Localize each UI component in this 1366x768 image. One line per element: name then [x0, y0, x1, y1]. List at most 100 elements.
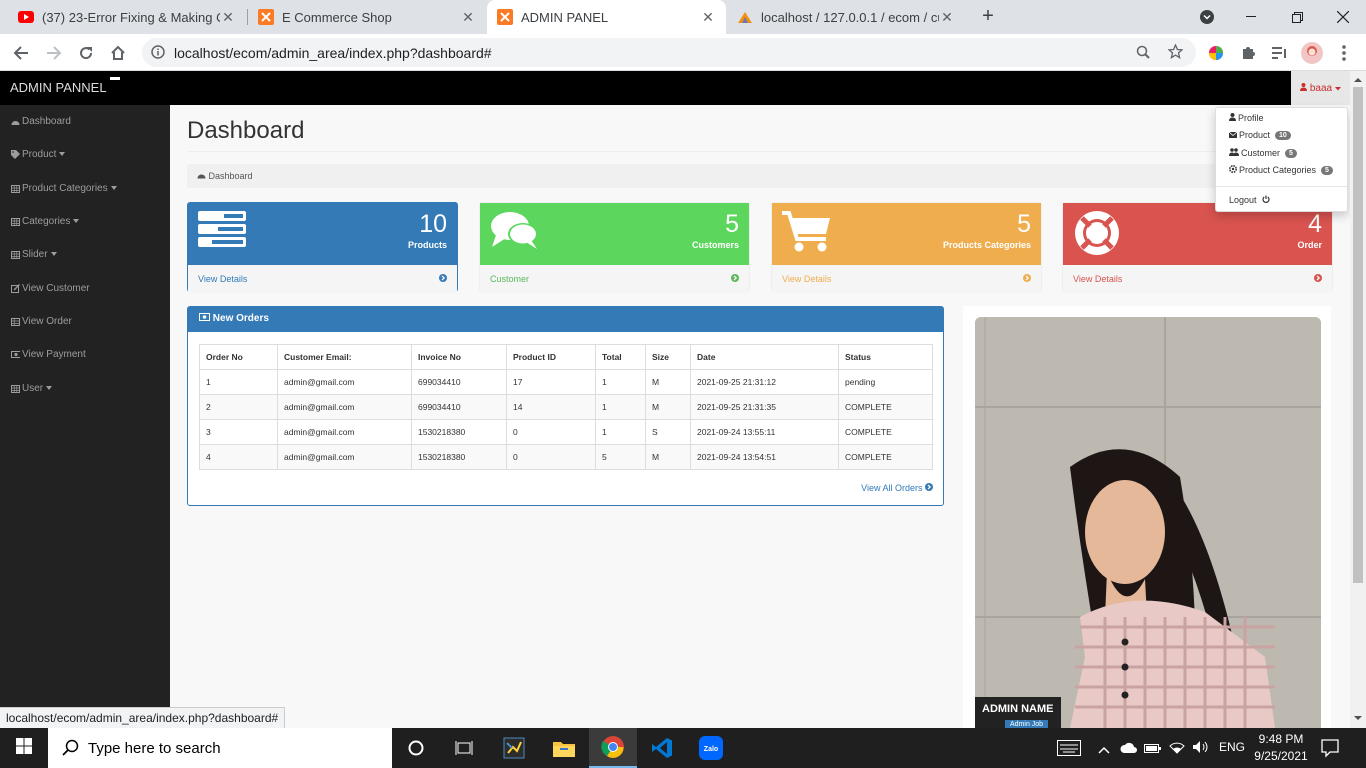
view-details-link[interactable]: Customer [480, 265, 749, 293]
table-cell: M [645, 394, 691, 420]
battery-icon[interactable] [1144, 741, 1162, 759]
notification-icon[interactable] [1320, 738, 1340, 763]
sidebar-item-categories[interactable]: Categories [11, 216, 80, 227]
sidebar-item-product[interactable]: Product [11, 149, 66, 160]
minimize-icon[interactable] [1228, 0, 1274, 34]
column-header: Customer Email: [277, 344, 412, 370]
menu-divider [1216, 186, 1347, 187]
tab-title: localhost / 127.0.0.1 / ecom / cus [761, 9, 939, 25]
info-icon[interactable] [151, 45, 165, 64]
python-idle-icon[interactable] [490, 728, 538, 768]
windows-start-button[interactable] [0, 728, 48, 768]
user-menu-button[interactable]: baaa [1291, 71, 1350, 105]
chevron-up-icon[interactable] [1098, 741, 1110, 759]
tab-search-button[interactable] [1184, 0, 1230, 34]
bookmark-star-icon[interactable] [1167, 43, 1184, 64]
extensions-puzzle-icon[interactable] [1235, 40, 1261, 66]
close-tab-icon[interactable]: ✕ [220, 9, 236, 26]
stat-label: Customers [691, 240, 739, 250]
list-icon [11, 317, 20, 326]
browser-tab[interactable]: (37) 23-Error Fixing & Making Ot ✕ [8, 0, 246, 34]
footer-link-text: View Details [1073, 274, 1123, 284]
close-window-icon[interactable] [1320, 0, 1366, 34]
zoom-search-icon[interactable] [1136, 45, 1150, 64]
stat-label: Products Categories [942, 240, 1031, 250]
wifi-icon[interactable] [1168, 740, 1186, 759]
scrollbar-thumb[interactable] [1353, 87, 1363, 583]
close-tab-icon[interactable]: ✕ [939, 9, 955, 26]
sidebar-item-slider[interactable]: Slider [11, 249, 58, 260]
input-language[interactable]: ENG [1219, 740, 1245, 754]
divider [187, 151, 1333, 152]
media-queue-icon[interactable] [1267, 40, 1293, 66]
profile-avatar[interactable] [1299, 40, 1325, 66]
menu-item-logout[interactable]: Logout [1229, 195, 1270, 205]
sidebar-item-user[interactable]: User [11, 383, 53, 394]
svg-text:Zalo: Zalo [704, 746, 718, 753]
zalo-icon[interactable]: Zalo [687, 728, 735, 768]
browser-tab[interactable]: localhost / 127.0.0.1 / ecom / cus ✕ [727, 0, 965, 34]
sidebar-item-view-order[interactable]: View Order [11, 316, 72, 327]
task-view-icon[interactable] [440, 728, 488, 768]
browser-tab[interactable]: E Commerce Shop ✕ [248, 0, 486, 34]
table-cell: 17 [506, 369, 596, 395]
caret-down-icon [1335, 83, 1342, 94]
menu-toggle-icon[interactable] [110, 77, 120, 80]
menu-item-customer[interactable]: Customer 5 [1229, 148, 1297, 158]
cortana-icon[interactable] [392, 728, 440, 768]
menu-item-product[interactable]: Product 10 [1228, 130, 1291, 140]
home-icon[interactable] [105, 40, 131, 66]
view-all-orders-link[interactable]: View All Orders [861, 483, 933, 493]
address-bar[interactable]: localhost/ecom/admin_area/index.php?dash… [142, 38, 1196, 67]
volume-icon[interactable] [1192, 740, 1210, 759]
view-details-link[interactable]: View Details [1063, 265, 1332, 293]
stat-panel-heading: 10 Products [188, 203, 457, 265]
brand-title[interactable]: ADMIN PANNEL [10, 80, 107, 95]
table-cell: 0 [506, 444, 596, 470]
browser-tab-active[interactable]: ADMIN PANEL ✕ [487, 0, 726, 34]
menu-item-product-categories[interactable]: Product Categories 5 [1228, 164, 1333, 175]
sidebar-item-product-categories[interactable]: Product Categories [11, 183, 118, 194]
sidebar-item-view-payment[interactable]: View Payment [11, 349, 86, 360]
action-center-keyboard-icon[interactable] [1057, 740, 1081, 761]
close-tab-icon[interactable]: ✕ [700, 9, 716, 26]
vscode-icon[interactable] [638, 728, 686, 768]
reload-icon[interactable] [73, 40, 99, 66]
system-clock[interactable]: 9:48 PM 9/25/2021 [1253, 731, 1309, 765]
sidebar-item-label: Product Categories [22, 183, 108, 194]
sidebar-item-label: View Payment [22, 349, 86, 360]
panel-heading: New Orders [188, 307, 943, 332]
view-details-link[interactable]: View Details [188, 265, 457, 293]
page-scrollbar[interactable] [1350, 71, 1366, 728]
stat-panel-heading: 4 Order [1063, 203, 1332, 265]
forward-arrow-icon[interactable] [41, 40, 67, 66]
scroll-up-arrow-icon[interactable] [1350, 75, 1366, 85]
view-details-link[interactable]: View Details [772, 265, 1041, 293]
page-title: Dashboard [187, 117, 305, 144]
column-header: Size [645, 344, 691, 370]
arrow-circle-right-icon [439, 274, 447, 284]
file-explorer-icon[interactable] [540, 728, 588, 768]
menu-item-profile[interactable]: Profile [1229, 113, 1264, 123]
chrome-taskbar-icon[interactable] [589, 728, 637, 768]
table-cell: 3 [199, 419, 278, 445]
sidebar-item-view-customer[interactable]: View Customer [11, 283, 90, 294]
new-tab-button[interactable]: + [976, 4, 1000, 28]
back-arrow-icon[interactable] [8, 40, 34, 66]
close-tab-icon[interactable]: ✕ [460, 9, 476, 26]
scroll-down-arrow-icon[interactable] [1350, 713, 1366, 723]
url-text[interactable]: localhost/ecom/admin_area/index.php?dash… [174, 45, 492, 61]
stat-panel-heading: 5 Customers [480, 203, 749, 265]
taskbar-search-box[interactable]: Type here to search [48, 728, 392, 768]
search-icon [62, 739, 79, 760]
envelope-icon [1228, 130, 1238, 140]
table-cell: pending [838, 369, 933, 395]
kebab-menu-icon[interactable] [1331, 40, 1357, 66]
color-extension-icon[interactable] [1203, 40, 1229, 66]
table-cell: 2021-09-25 21:31:12 [690, 369, 839, 395]
sidebar-item-dashboard[interactable]: Dashboard [11, 116, 71, 127]
onedrive-cloud-icon[interactable] [1120, 741, 1138, 759]
stat-count: 4 [1308, 210, 1322, 238]
restore-icon[interactable] [1274, 0, 1320, 34]
admin-job-badge: Admin Job [1005, 720, 1049, 728]
